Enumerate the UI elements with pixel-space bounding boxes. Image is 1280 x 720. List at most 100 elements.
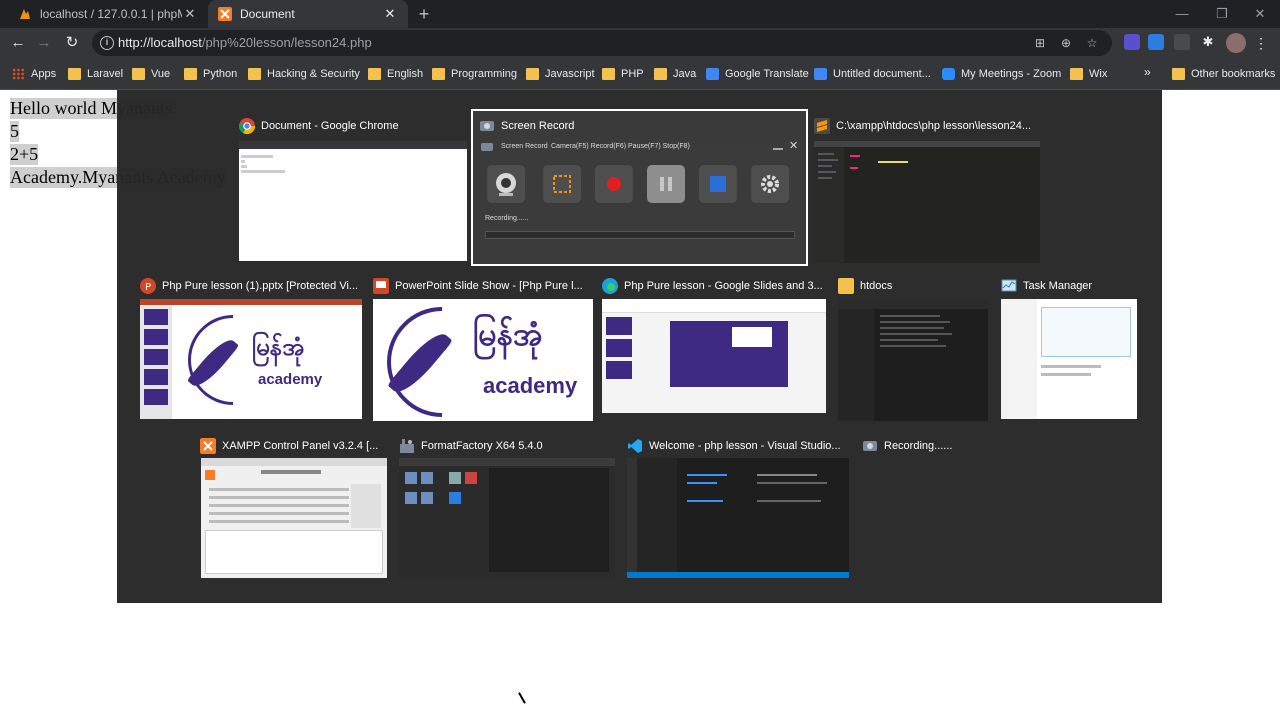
zoom-icon[interactable]: ⊕ <box>1058 35 1074 51</box>
folder-icon <box>654 68 667 80</box>
window-title: XAMPP Control Panel v3.2.4 [... <box>222 440 379 452</box>
window-xampp-control-panel[interactable]: XAMPP Control Panel v3.2.4 [... <box>200 435 388 579</box>
bookmark-vue[interactable]: Vue <box>132 65 170 83</box>
bookmark-apps[interactable]: Apps <box>12 65 56 83</box>
menu-icon[interactable]: ⋮ <box>1254 34 1268 52</box>
url-host: http://localhost <box>118 35 202 50</box>
translate-icon[interactable]: ⊞ <box>1032 35 1048 51</box>
window-title: htdocs <box>860 280 893 292</box>
close-tab-icon[interactable]: ✕ <box>182 6 198 22</box>
xampp-icon <box>218 7 232 21</box>
bookmark-python[interactable]: Python <box>184 65 237 83</box>
bookmark-wix[interactable]: Wix <box>1070 65 1107 83</box>
output-line: 2+5 <box>10 144 39 165</box>
bookmark-english[interactable]: English <box>368 65 423 83</box>
new-tab-button[interactable]: + <box>414 4 434 24</box>
window-thumbnail <box>838 299 988 421</box>
chrome-icon <box>239 118 255 134</box>
region-select-button[interactable] <box>543 165 581 203</box>
maximize-button[interactable]: ❐ <box>1202 0 1242 28</box>
window-title: Php Pure lesson - Google Slides and 3... <box>624 280 823 292</box>
browser-toolbar: ← → ↻ i http://localhost/php%20lesson/le… <box>0 28 1280 58</box>
close-tab-icon[interactable]: ✕ <box>382 6 398 22</box>
window-powerpoint-protected[interactable]: P Php Pure lesson (1).pptx [Protected Vi… <box>140 275 362 421</box>
record-button[interactable] <box>595 165 633 203</box>
bookmark-label: English <box>387 68 424 80</box>
bookmarks-bar: Apps Laravel Vue Python Hacking & Securi… <box>0 58 1280 90</box>
window-formatfactory[interactable]: FormatFactory X64 5.4.0 <box>399 435 617 579</box>
pause-button[interactable] <box>647 165 685 203</box>
minimize-icon[interactable] <box>773 148 783 150</box>
bookmark-label: Vue <box>151 68 171 80</box>
close-icon[interactable]: ✕ <box>789 139 798 152</box>
window-htdocs-explorer[interactable]: htdocs <box>838 275 990 421</box>
window-header: htdocs <box>838 275 892 297</box>
close-window-button[interactable]: ✕ <box>1240 0 1280 28</box>
folder-icon <box>248 68 261 80</box>
window-header: Task Manager <box>1001 275 1092 297</box>
tab-title: localhost / 127.0.0.1 | phpMyAdm <box>40 7 182 21</box>
bookmark-hacking-security[interactable]: Hacking & Security <box>248 65 360 83</box>
bookmark-google-translate[interactable]: Google Translate <box>706 65 809 83</box>
bookmark-php[interactable]: PHP <box>602 65 644 83</box>
window-title: PowerPoint Slide Show - [Php Pure l... <box>395 280 583 292</box>
logo-myanmar-script: မြန်အုံ <box>473 316 543 352</box>
bookmark-javascript[interactable]: Javascript <box>526 65 595 83</box>
extension-icon[interactable] <box>1174 34 1190 50</box>
folder-icon <box>1172 68 1185 80</box>
window-recording[interactable]: Recording...... <box>862 435 1022 579</box>
svg-text:P: P <box>145 282 151 293</box>
reload-icon[interactable]: ↻ <box>62 33 82 53</box>
bookmark-laravel[interactable]: Laravel <box>68 65 123 83</box>
bookmarks-overflow-button[interactable]: » <box>1144 65 1151 79</box>
window-thumbnail <box>399 458 615 578</box>
bookmark-other-bookmarks[interactable]: Other bookmarks <box>1172 65 1275 83</box>
xampp-icon <box>200 438 216 454</box>
forward-icon[interactable]: → <box>34 33 54 53</box>
window-powerpoint-slideshow[interactable]: PowerPoint Slide Show - [Php Pure l... မ… <box>373 275 593 421</box>
window-sublime-lesson24[interactable]: C:\xampp\htdocs\php lesson\lesson24... <box>814 115 1042 263</box>
window-header: P Php Pure lesson (1).pptx [Protected Vi… <box>140 275 358 297</box>
bookmark-java[interactable]: Java <box>654 65 696 83</box>
address-bar[interactable]: i http://localhost/php%20lesson/lesson24… <box>92 30 1112 56</box>
url-text[interactable]: http://localhost/php%20lesson/lesson24.p… <box>118 35 372 50</box>
bookmark-label: Programming <box>451 68 518 80</box>
window-thumbnail: Screen Record Camera(F5) Record(F6) Paus… <box>475 139 804 263</box>
minimize-button[interactable]: — <box>1162 0 1202 28</box>
bookmark-label: Python <box>203 68 238 80</box>
bookmark-programming[interactable]: Programming <box>432 65 517 83</box>
bookmark-label: Javascript <box>545 68 595 80</box>
logo-academy-text: academy <box>483 373 578 398</box>
window-task-manager[interactable]: Task Manager <box>1001 275 1139 421</box>
recording-progress-bar <box>485 231 795 239</box>
window-thumbnail <box>201 458 387 578</box>
avatar[interactable] <box>1226 33 1246 53</box>
window-header: XAMPP Control Panel v3.2.4 [... <box>200 435 378 457</box>
window-vscode-welcome[interactable]: Welcome - php lesson - Visual Studio... <box>627 435 851 579</box>
back-icon[interactable]: ← <box>8 33 28 53</box>
window-screen-record[interactable]: Screen Record Screen Record Camera(F5) R… <box>471 109 808 266</box>
sublime-text-icon <box>814 118 830 134</box>
bookmark-label: Google Translate <box>725 68 809 80</box>
window-title: Screen Record <box>501 120 575 132</box>
tab-document[interactable]: Document ✕ <box>208 0 408 28</box>
edge-icon <box>602 278 618 294</box>
settings-button[interactable] <box>751 165 789 203</box>
bookmark-zoom[interactable]: My Meetings - Zoom <box>942 65 1061 83</box>
extension-icon[interactable] <box>1148 34 1164 50</box>
extensions-puzzle-icon[interactable]: ✱ <box>1200 34 1216 50</box>
window-thumbnail <box>627 458 849 578</box>
site-info-icon[interactable]: i <box>100 36 114 50</box>
window-document-chrome[interactable]: Document - Google Chrome <box>239 115 467 263</box>
tab-phpmyadmin[interactable]: localhost / 127.0.0.1 | phpMyAdm ✕ <box>8 0 208 28</box>
folder-icon <box>432 68 445 80</box>
window-google-slides[interactable]: Php Pure lesson - Google Slides and 3... <box>602 275 826 421</box>
window-thumbnail <box>239 141 467 261</box>
extension-icon[interactable] <box>1124 34 1140 50</box>
screen-record-label: Screen Record <box>501 143 548 150</box>
bookmark-untitled-document[interactable]: Untitled document... <box>814 65 931 83</box>
url-path: /php%20lesson/lesson24.php <box>201 35 372 50</box>
stop-button[interactable] <box>699 165 737 203</box>
camera-button[interactable] <box>487 165 525 203</box>
bookmark-star-icon[interactable]: ☆ <box>1084 35 1100 51</box>
